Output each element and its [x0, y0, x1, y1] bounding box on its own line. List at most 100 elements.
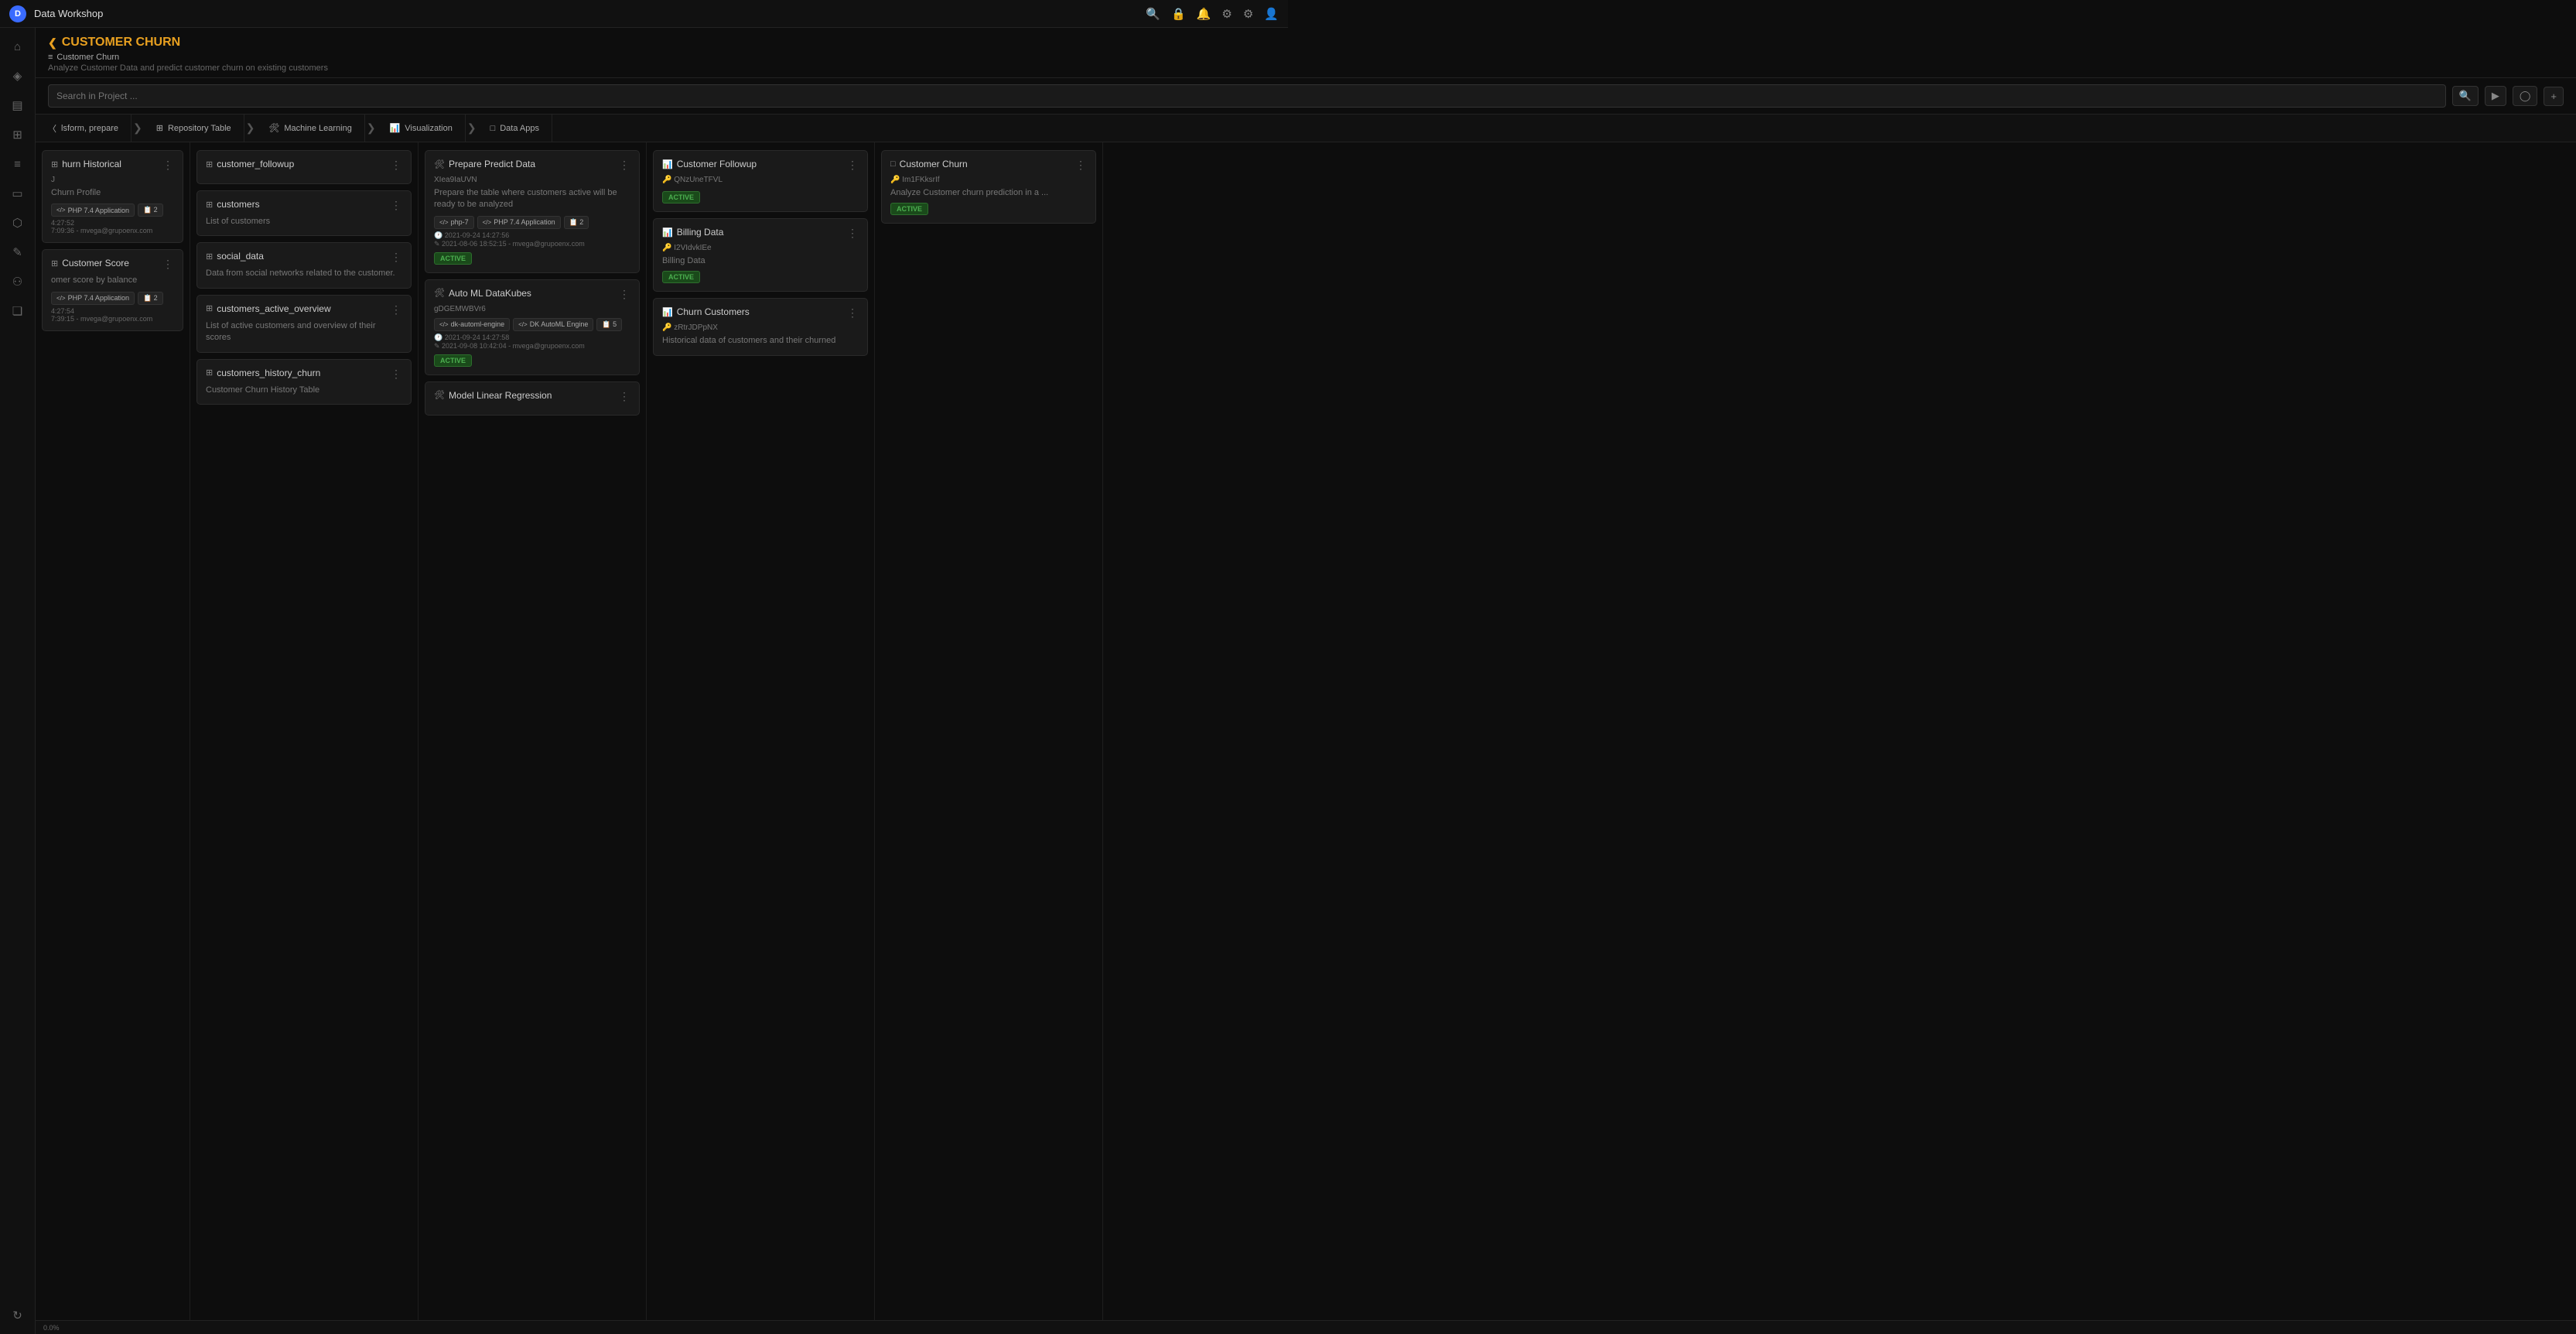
- sidebar-item-pipelines[interactable]: ⊞: [5, 122, 30, 147]
- churn-customers-viz-icon: 📊: [662, 307, 673, 317]
- card-social-title: social_data: [217, 251, 264, 262]
- tag-dk: </>dk-automl-engine: [434, 318, 510, 331]
- chevron-left-icon: ❮: [48, 36, 57, 50]
- column-transform: ⊞ hurn Historical ⋮ J Churn Profile </> …: [36, 142, 190, 1334]
- stage-repository-label: Repository Table: [168, 124, 231, 133]
- card-prepare-predict-menu[interactable]: ⋮: [619, 159, 630, 172]
- card-linear-title: Model Linear Regression: [449, 390, 552, 401]
- card-desc: Churn Profile: [51, 187, 174, 199]
- back-button[interactable]: ❮ CUSTOMER CHURN: [48, 36, 2564, 50]
- card-prepare-id: XIea9IaUVN: [434, 176, 630, 184]
- run-button[interactable]: ▶: [2485, 86, 2506, 106]
- project-header: ❮ CUSTOMER CHURN ≡ Customer Churn Analyz…: [36, 28, 2576, 78]
- terminal-icon[interactable]: ⚙: [1243, 7, 1253, 21]
- pipeline-stage-ml[interactable]: 🛠 Machine Learning: [256, 115, 364, 142]
- card-active-overview-desc: List of active customers and overview of…: [206, 320, 402, 344]
- add-button[interactable]: +: [2544, 87, 2564, 106]
- pipeline-arrow-3: ❯: [365, 121, 378, 135]
- card-menu-button-2[interactable]: ⋮: [162, 258, 174, 271]
- card-customer-churn-app[interactable]: □ Customer Churn ⋮ 🔑 Im1FKksrIf Analyze …: [881, 150, 1096, 224]
- card-billing-data[interactable]: 📊 Billing Data ⋮ 🔑 I2VIdvkIEe Billing Da…: [653, 218, 868, 292]
- card-churn-historical[interactable]: ⊞ hurn Historical ⋮ J Churn Profile </> …: [42, 150, 183, 243]
- card-churn-customers-viz[interactable]: 📊 Churn Customers ⋮ 🔑 zRtrJDPpNX Histori…: [653, 298, 868, 355]
- sidebar-item-home[interactable]: ⌂: [5, 34, 30, 59]
- sidebar-item-analytics[interactable]: ◈: [5, 63, 30, 88]
- settings-icon[interactable]: ⚙: [1221, 7, 1232, 21]
- card-customer-churn-app-title: Customer Churn: [900, 159, 968, 169]
- tag-icon: </>: [56, 207, 66, 214]
- card-date: 4:27:52: [51, 219, 174, 227]
- card-model-linear[interactable]: 🛠 Model Linear Regression ⋮: [425, 381, 640, 416]
- search-field-wrap[interactable]: [48, 84, 2446, 108]
- card-prepare-status: ACTIVE: [434, 252, 472, 265]
- ml-card-icon: 🛠: [434, 159, 445, 169]
- card-customers-history-churn[interactable]: ⊞ customers_history_churn ⋮ Customer Chu…: [196, 359, 412, 405]
- card-customer-score[interactable]: ⊞ Customer Score ⋮ omer score by balance…: [42, 249, 183, 330]
- search-icon[interactable]: 🔍: [1146, 7, 1160, 21]
- sidebar-item-docs[interactable]: ❏: [5, 299, 30, 323]
- sidebar-item-datasources[interactable]: ≡: [5, 152, 30, 176]
- customers-icon: ⊞: [206, 200, 213, 210]
- search-input[interactable]: [56, 91, 2438, 101]
- tag-php7: </>php-7: [434, 216, 474, 229]
- refresh-icon[interactable]: ↻: [5, 1303, 30, 1328]
- pipeline-stage-dataapps[interactable]: □ Data Apps: [478, 115, 552, 142]
- card-followup-viz-title: Customer Followup: [677, 159, 757, 169]
- card-active-menu[interactable]: ⋮: [391, 303, 402, 316]
- sidebar-item-tools[interactable]: ✎: [5, 240, 30, 265]
- sidebar-item-storage[interactable]: ▤: [5, 93, 30, 118]
- card-social-data[interactable]: ⊞ social_data ⋮ Data from social network…: [196, 242, 412, 288]
- card-customer-churn-app-menu[interactable]: ⋮: [1075, 159, 1087, 172]
- card-billing-id: 🔑 I2VIdvkIEe: [662, 244, 859, 252]
- table-card-icon-2: ⊞: [51, 258, 58, 269]
- card-billing-title: Billing Data: [677, 227, 724, 238]
- card-churn-customers-menu[interactable]: ⋮: [847, 306, 859, 320]
- tag-count: 📋 2: [138, 204, 163, 217]
- card-customers-menu[interactable]: ⋮: [391, 199, 402, 212]
- card-author: 7:09:36 - mvega@grupoenx.com: [51, 227, 174, 234]
- card-social-menu[interactable]: ⋮: [391, 251, 402, 264]
- card-followup-viz-status: ACTIVE: [662, 191, 700, 204]
- ml-icon: 🛠: [268, 123, 279, 133]
- bell-icon[interactable]: 🔔: [1197, 7, 1211, 21]
- card-automl-menu[interactable]: ⋮: [619, 288, 630, 301]
- billing-icon: 📊: [662, 227, 673, 238]
- project-name-heading: CUSTOMER CHURN: [62, 36, 180, 50]
- pipeline-stage-viz[interactable]: 📊 Visualization: [378, 115, 466, 142]
- app-title: Data Workshop: [34, 8, 1146, 19]
- pipeline-stage-transform[interactable]: 〈 lsform, prepare: [36, 115, 132, 142]
- card-social-desc: Data from social networks related to the…: [206, 268, 402, 279]
- card-billing-status: ACTIVE: [662, 271, 700, 283]
- lock-icon[interactable]: 🔒: [1171, 7, 1186, 21]
- card-customers[interactable]: ⊞ customers ⋮ List of customers: [196, 190, 412, 236]
- card-linear-menu[interactable]: ⋮: [619, 390, 630, 403]
- card-automl-id: gDGEMWBVr6: [434, 305, 630, 313]
- pipeline-arrow-1: ❯: [132, 121, 144, 135]
- card-auto-ml[interactable]: 🛠 Auto ML DataKubes ⋮ gDGEMWBVr6 </>dk-a…: [425, 279, 640, 375]
- user-icon[interactable]: 👤: [1264, 7, 1279, 21]
- sidebar-item-users[interactable]: ⚇: [5, 269, 30, 294]
- card-customer-churn-app-status: ACTIVE: [890, 203, 928, 215]
- card-customers-active-overview[interactable]: ⊞ customers_active_overview ⋮ List of ac…: [196, 295, 412, 353]
- history-button[interactable]: ◯: [2513, 86, 2538, 106]
- card-score-desc: omer score by balance: [51, 275, 174, 286]
- card-followup-menu[interactable]: ⋮: [391, 159, 402, 172]
- social-data-icon: ⊞: [206, 251, 213, 262]
- search-button[interactable]: 🔍: [2452, 86, 2479, 106]
- card-customer-followup-viz[interactable]: 📊 Customer Followup ⋮ 🔑 QNzUneTFVL ACTIV…: [653, 150, 868, 212]
- card-menu-button[interactable]: ⋮: [162, 159, 174, 172]
- table-card-icon: ⊞: [51, 159, 58, 169]
- dataapps-icon: □: [490, 124, 496, 133]
- pipeline-stage-repository[interactable]: ⊞ Repository Table: [144, 115, 244, 142]
- card-billing-menu[interactable]: ⋮: [847, 227, 859, 240]
- topnav: D Data Workshop 🔍 🔒 🔔 ⚙ ⚙ 👤: [0, 0, 1288, 28]
- card-customers-desc: List of customers: [206, 216, 402, 227]
- sidebar-item-display[interactable]: ▭: [5, 181, 30, 206]
- card-customer-followup[interactable]: ⊞ customer_followup ⋮: [196, 150, 412, 184]
- card-history-churn-menu[interactable]: ⋮: [391, 368, 402, 381]
- tag-count-ml: 📋 2: [564, 216, 589, 229]
- card-followup-viz-menu[interactable]: ⋮: [847, 159, 859, 172]
- sidebar-item-charts[interactable]: ⬡: [5, 210, 30, 235]
- card-prepare-predict[interactable]: 🛠 Prepare Predict Data ⋮ XIea9IaUVN Prep…: [425, 150, 640, 273]
- status-bar: 0.0%: [36, 1320, 2576, 1334]
